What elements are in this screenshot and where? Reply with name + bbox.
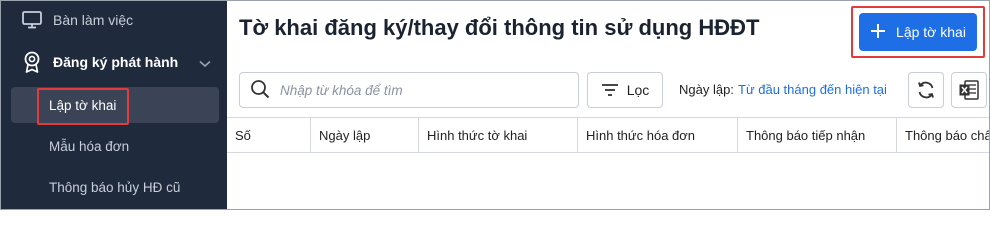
sidebar-item-create-declaration[interactable]: Lập tờ khai — [11, 87, 219, 123]
filter-icon — [601, 84, 618, 96]
date-filter-label: Ngày lập: — [679, 82, 734, 97]
sidebar-group-registration[interactable]: Đăng ký phát hành — [1, 43, 227, 81]
column-header[interactable]: Hình thức tờ khai — [418, 118, 577, 153]
column-header[interactable]: Hình thức hóa đơn — [577, 118, 737, 153]
column-header[interactable]: Thông báo chấp — [896, 118, 989, 153]
award-icon — [21, 51, 43, 73]
search-box[interactable] — [239, 72, 579, 108]
column-header[interactable]: Thông báo tiếp nhận — [737, 118, 896, 153]
refresh-button[interactable] — [908, 72, 944, 108]
sidebar: Bàn làm việc Đăng ký phát hành Lập tờ kh… — [1, 1, 227, 209]
search-input[interactable] — [280, 82, 570, 98]
search-icon — [250, 79, 272, 101]
page-title: Tờ khai đăng ký/thay đổi thông tin sử dụ… — [239, 15, 760, 40]
date-range-link[interactable]: Từ đầu tháng đến hiện tại — [738, 82, 887, 97]
filter-label: Lọc — [626, 82, 650, 98]
sidebar-item-label: Mẫu hóa đơn — [49, 138, 130, 154]
create-declaration-button[interactable]: Lập tờ khai — [859, 13, 977, 51]
main-content: Tờ khai đăng ký/thay đổi thông tin sử dụ… — [227, 1, 989, 209]
sidebar-group-label: Đăng ký phát hành — [53, 54, 179, 70]
sidebar-item-dashboard[interactable]: Bàn làm việc — [1, 1, 227, 39]
export-excel-button[interactable] — [951, 72, 987, 108]
column-header[interactable]: Ngày lập — [310, 118, 418, 153]
refresh-icon — [918, 81, 934, 99]
sidebar-item-label: Thông báo hủy HĐ cũ — [49, 179, 181, 195]
monitor-icon — [21, 9, 43, 31]
table-header: Số Ngày lập Hình thức tờ khai Hình thức … — [227, 117, 989, 153]
excel-icon — [959, 80, 979, 100]
sidebar-item-cancel-notice[interactable]: Thông báo hủy HĐ cũ — [11, 169, 219, 205]
chevron-down-icon — [199, 55, 211, 71]
sidebar-item-label: Bàn làm việc — [53, 12, 134, 28]
filter-button[interactable]: Lọc — [587, 72, 663, 108]
app-window: Bàn làm việc Đăng ký phát hành Lập tờ kh… — [0, 0, 990, 210]
create-declaration-label: Lập tờ khai — [896, 24, 966, 40]
column-header[interactable]: Số — [227, 118, 310, 153]
plus-icon — [870, 21, 886, 43]
sidebar-item-invoice-templates[interactable]: Mẫu hóa đơn — [11, 128, 219, 164]
sidebar-item-label: Lập tờ khai — [49, 97, 117, 113]
